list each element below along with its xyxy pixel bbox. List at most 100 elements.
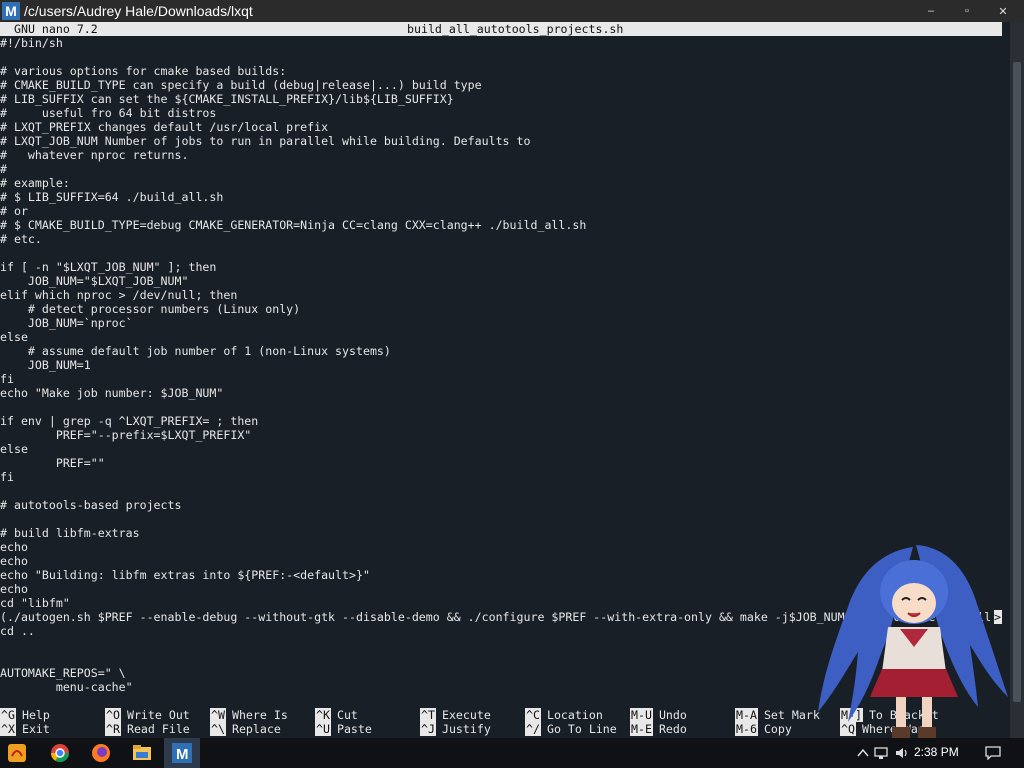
mobaxterm-app-icon: M (2, 2, 20, 20)
code-line: # detect processor numbers (Linux only) (0, 302, 301, 316)
code-line: # CMAKE_BUILD_TYPE can specify a build (… (0, 78, 482, 92)
code-line: else (0, 442, 28, 456)
shortcut-label: Execute (441, 708, 491, 722)
firefox-icon[interactable] (88, 741, 114, 765)
shortcut-key: ^K (315, 708, 331, 722)
code-line: # (0, 162, 7, 176)
code-line: JOB_NUM=`nproc` (0, 316, 133, 330)
window-title-bar[interactable]: M /c/users/Audrey Hale/Downloads/lxqt – … (0, 0, 1024, 22)
nano-version: GNU nano 7.2 (14, 22, 98, 36)
shortcut-item[interactable]: M-A Set Mark (735, 708, 820, 722)
volume-icon[interactable] (889, 741, 915, 765)
code-line: # or (0, 204, 28, 218)
code-line: else (0, 330, 28, 344)
code-line: if [ -n "$LXQT_JOB_NUM" ]; then (0, 260, 217, 274)
shortcut-key: ^W (210, 708, 226, 722)
shortcut-key: ^O (105, 708, 121, 722)
shortcut-label: Go To Line (546, 722, 617, 736)
code-line: # $ CMAKE_BUILD_TYPE=debug CMAKE_GENERAT… (0, 218, 587, 232)
shortcut-item[interactable]: ^T Execute (420, 708, 491, 722)
shortcut-label: Paste (336, 722, 372, 736)
shortcut-label: Cut (336, 708, 358, 722)
maximize-button[interactable]: ▫ (952, 4, 982, 18)
svg-text:M: M (176, 746, 189, 763)
code-line: # autotools-based projects (0, 498, 182, 512)
shortcut-item[interactable]: ^W Where Is (210, 708, 288, 722)
code-line: #!/bin/sh (0, 36, 63, 50)
shortcut-label: Exit (21, 722, 50, 736)
mobaxterm-icon[interactable]: M (169, 741, 195, 765)
shortcut-item[interactable]: ^X Exit (0, 722, 50, 736)
shortcut-item[interactable]: M-U Undo (630, 708, 687, 722)
code-line: # etc. (0, 232, 42, 246)
nano-filename: build_all_autotools_projects.sh (407, 22, 624, 36)
minimize-button[interactable]: – (916, 4, 946, 18)
code-line: # $ LIB_SUFFIX=64 ./build_all.sh (0, 190, 224, 204)
shortcut-label: Write Out (126, 708, 190, 722)
file-explorer-icon[interactable] (129, 741, 155, 765)
shortcut-key: ^/ (525, 722, 541, 736)
anime-mascot-overlay (818, 545, 1008, 738)
shortcut-label: Redo (658, 722, 687, 736)
shortcut-key: ^T (420, 708, 436, 722)
code-line: # LIB_SUFFIX can set the ${CMAKE_INSTALL… (0, 92, 454, 106)
chrome-icon[interactable] (47, 741, 73, 765)
shortcut-item[interactable]: ^O Write Out (105, 708, 190, 722)
code-line: # LXQT_JOB_NUM Number of jobs to run in … (0, 134, 531, 148)
code-line: JOB_NUM=1 (0, 358, 91, 372)
window-title: /c/users/Audrey Hale/Downloads/lxqt (24, 3, 253, 19)
shortcut-label: Read File (126, 722, 190, 736)
shortcut-key: ^X (0, 722, 16, 736)
shortcut-item[interactable]: ^C Location (525, 708, 603, 722)
code-line: echo "Make job number: $JOB_NUM" (0, 386, 224, 400)
shortcut-item[interactable]: ^/ Go To Line (525, 722, 617, 736)
shortcut-key: ^G (0, 708, 16, 722)
code-line: # LXQT_PREFIX changes default /usr/local… (0, 120, 329, 134)
nano-header-bar: GNU nano 7.2 build_all_autotools_project… (0, 22, 1002, 36)
code-line: PREF="" (0, 456, 105, 470)
code-line: # assume default job number of 1 (non-Li… (0, 344, 391, 358)
code-line: elif which nproc > /dev/null; then (0, 288, 238, 302)
shortcut-key: M-U (630, 708, 653, 722)
shortcut-item[interactable]: ^R Read File (105, 722, 190, 736)
shortcut-item[interactable]: ^\ Replace (210, 722, 281, 736)
shortcut-label: Help (21, 708, 50, 722)
code-line: fi (0, 470, 14, 484)
code-line: if env | grep -q ^LXQT_PREFIX= ; then (0, 414, 259, 428)
taskbar: M 2:38 PM (0, 738, 1024, 768)
start-icon[interactable] (4, 741, 30, 765)
shortcut-item[interactable]: ^J Justify (420, 722, 491, 736)
code-line: # useful fro 64 bit distros (0, 106, 217, 120)
shortcut-key: M-A (735, 708, 758, 722)
shortcut-item[interactable]: ^U Paste (315, 722, 372, 736)
code-line: PREF="--prefix=$LXQT_PREFIX" (0, 428, 252, 442)
notification-icon[interactable] (980, 741, 1006, 765)
shortcut-item[interactable]: ^K Cut (315, 708, 358, 722)
shortcut-label: Location (546, 708, 603, 722)
shortcut-item[interactable]: M-E Redo (630, 722, 687, 736)
shortcut-key: ^C (525, 708, 541, 722)
shortcut-label: Justify (441, 722, 491, 736)
terminal-area[interactable]: GNU nano 7.2 build_all_autotools_project… (0, 22, 1010, 738)
vertical-scrollbar[interactable] (1010, 22, 1024, 738)
shortcut-label: Copy (763, 722, 792, 736)
code-line: # various options for cmake based builds… (0, 64, 287, 78)
clock-time[interactable]: 2:38 PM (914, 745, 959, 759)
shortcut-key: ^U (315, 722, 331, 736)
shortcut-item[interactable]: ^G Help (0, 708, 50, 722)
scrollbar-thumb[interactable] (1013, 62, 1021, 702)
shortcut-label: Set Mark (763, 708, 820, 722)
close-button[interactable]: ✕ (988, 4, 1018, 18)
shortcut-key: ^R (105, 722, 121, 736)
code-line: # whatever nproc returns. (0, 148, 189, 162)
shortcut-key: ^J (420, 722, 436, 736)
shortcut-label: Replace (231, 722, 281, 736)
shortcut-key: M-E (630, 722, 653, 736)
shortcut-item[interactable]: M-6 Copy (735, 722, 792, 736)
code-line: JOB_NUM="$LXQT_JOB_NUM" (0, 274, 189, 288)
shortcut-label: Where Is (231, 708, 288, 722)
